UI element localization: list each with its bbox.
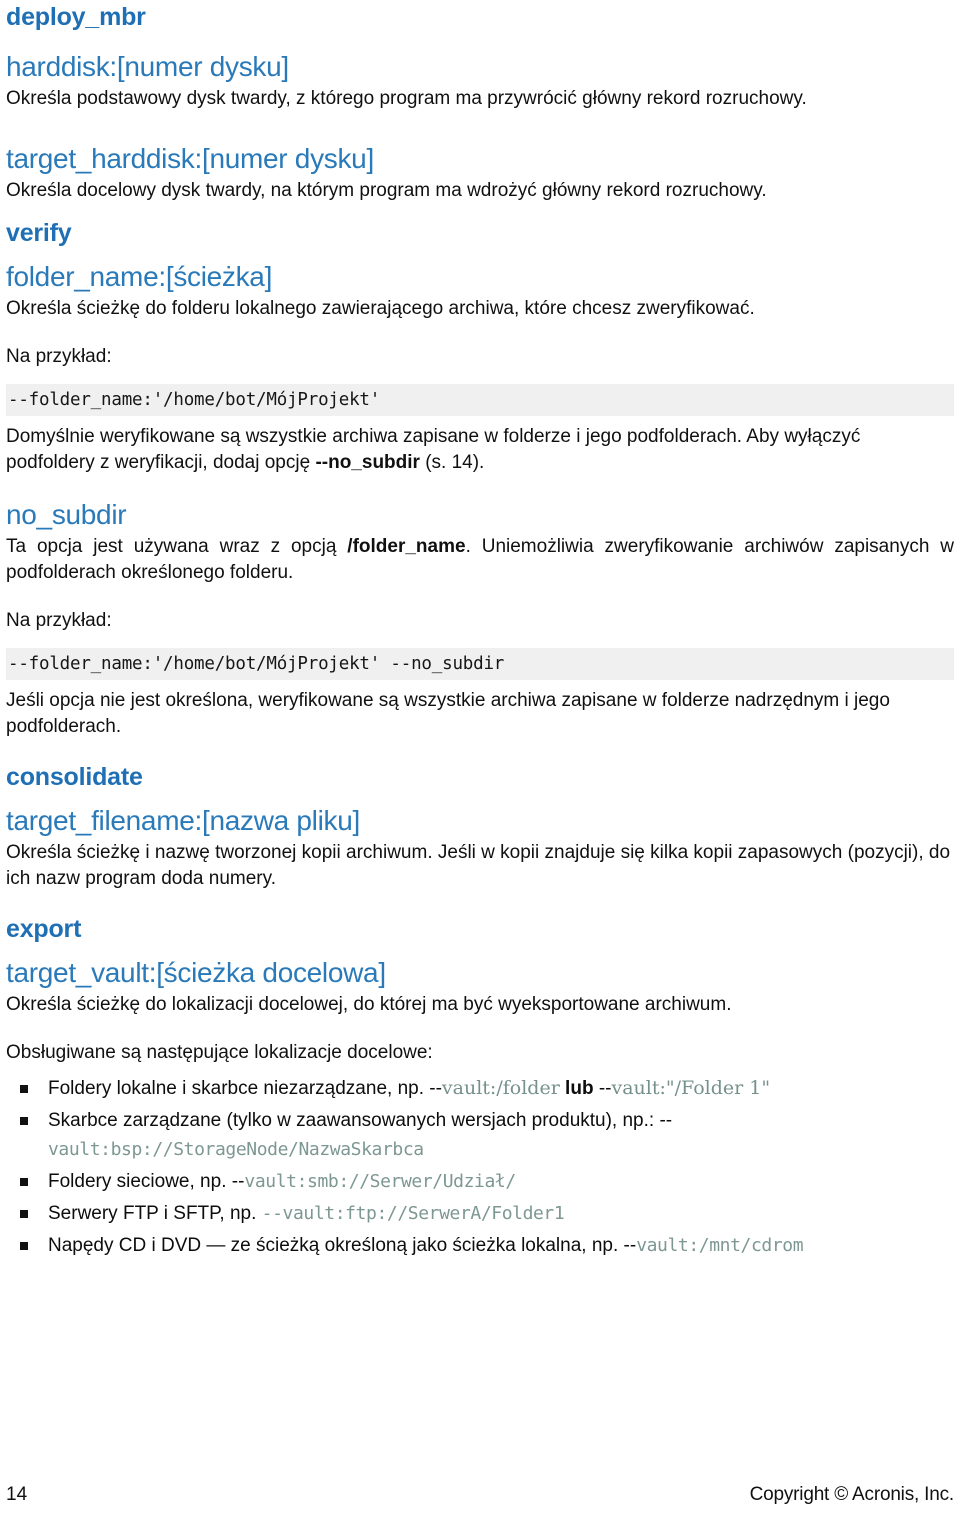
bullet-square-icon (20, 1085, 28, 1093)
bullet-text: -- (231, 1171, 245, 1192)
bullet-text: -- (659, 1110, 673, 1131)
document-page: deploy_mbr harddisk:[numer dysku] Określ… (0, 0, 960, 1524)
bullet-bold-text: lub (559, 1078, 599, 1099)
export-destinations-list: Foldery lokalne i skarbce niezarządzane,… (6, 1074, 954, 1260)
bullet-text: -- (623, 1235, 637, 1256)
bullet-text: Napędy CD i DVD — ze ścieżką określoną j… (48, 1235, 624, 1256)
bullet-square-icon (20, 1210, 28, 1218)
example-label-verify: Na przykład: (6, 346, 112, 367)
verify-note-option: --no_subdir (315, 452, 420, 473)
code-block-folder-name: --folder_name:'/home/bot/MójProjekt' (6, 384, 954, 416)
no-subdir-desc: Ta opcja jest używana wraz z opcją /fold… (6, 534, 954, 586)
command-heading-export: export (6, 915, 82, 943)
param-desc-target-vault: Określa ścieżkę do lokalizacji docelowej… (6, 994, 732, 1015)
bullet-text: Foldery sieciowe, np. (48, 1171, 232, 1192)
bullet-text: -- (429, 1078, 442, 1099)
bullet-text: -- (598, 1078, 612, 1099)
param-heading-target-filename: target_filename:[nazwa pliku] (6, 805, 360, 836)
no-subdir-desc-option: /folder_name (347, 536, 466, 557)
param-heading-folder-name: folder_name:[ścieżka] (6, 261, 273, 292)
bullet-text: Foldery lokalne i skarbce niezarządzane,… (48, 1078, 430, 1099)
inline-code: vault:/mnt/cdrom (636, 1235, 804, 1256)
list-item: Foldery sieciowe, np. --vault:smb://Serw… (6, 1167, 954, 1196)
inline-code: vault:/folder (441, 1077, 560, 1099)
no-subdir-tail: Jeśli opcja nie jest określona, weryfiko… (6, 690, 890, 737)
page-content: deploy_mbr harddisk:[numer dysku] Określ… (6, 0, 954, 1260)
bullet-text: Serwery FTP i SFTP, np. (48, 1203, 262, 1224)
bullet-square-icon (20, 1178, 28, 1186)
param-desc-harddisk: Określa podstawowy dysk twardy, z któreg… (6, 88, 807, 109)
export-list-intro: Obsługiwane są następujące lokalizacje d… (6, 1042, 433, 1063)
inline-code: vault:smb://Serwer/Udział/ (244, 1171, 516, 1192)
param-heading-no-subdir: no_subdir (6, 499, 127, 530)
list-item: Skarbce zarządzane (tylko w zaawansowany… (6, 1106, 954, 1164)
param-desc-target-harddisk: Określa docelowy dysk twardy, na którym … (6, 180, 767, 201)
param-heading-target-harddisk: target_harddisk:[numer dysku] (6, 143, 374, 174)
command-heading-deploy-mbr: deploy_mbr (6, 3, 146, 31)
inline-code: vault:bsp://StorageNode/NazwaSkarbca (48, 1139, 424, 1160)
bullet-text: Skarbce zarządzane (tylko w zaawansowany… (48, 1110, 660, 1131)
verify-note: Domyślnie weryfikowane są wszystkie arch… (6, 424, 954, 476)
bullet-square-icon (20, 1242, 28, 1250)
list-item: Serwery FTP i SFTP, np. --vault:ftp://Se… (6, 1199, 954, 1228)
command-heading-verify: verify (6, 219, 72, 247)
param-heading-harddisk: harddisk:[numer dysku] (6, 51, 289, 82)
bullet-square-icon (20, 1117, 28, 1125)
param-heading-target-vault: target_vault:[ścieżka docelowa] (6, 957, 386, 988)
inline-code: --vault:ftp://SerwerA/Folder1 (261, 1203, 565, 1224)
command-heading-consolidate: consolidate (6, 763, 143, 791)
param-desc-target-filename: Określa ścieżkę i nazwę tworzonej kopii … (6, 842, 951, 889)
list-item: Foldery lokalne i skarbce niezarządzane,… (6, 1074, 954, 1103)
page-footer: 14 Copyright © Acronis, Inc. (6, 1484, 954, 1506)
inline-code: vault:"/Folder 1" (611, 1077, 771, 1099)
example-label-no-subdir: Na przykład: (6, 610, 112, 631)
param-desc-folder-name: Określa ścieżkę do folderu lokalnego zaw… (6, 298, 755, 319)
copyright-notice: Copyright © Acronis, Inc. (749, 1484, 955, 1505)
code-block-no-subdir: --folder_name:'/home/bot/MójProjekt' --n… (6, 648, 954, 680)
verify-note-suffix: (s. 14). (419, 452, 485, 473)
page-number: 14 (6, 1484, 28, 1505)
no-subdir-desc-prefix: Ta opcja jest używana wraz z opcją (6, 536, 348, 557)
list-item: Napędy CD i DVD — ze ścieżką określoną j… (6, 1231, 954, 1260)
